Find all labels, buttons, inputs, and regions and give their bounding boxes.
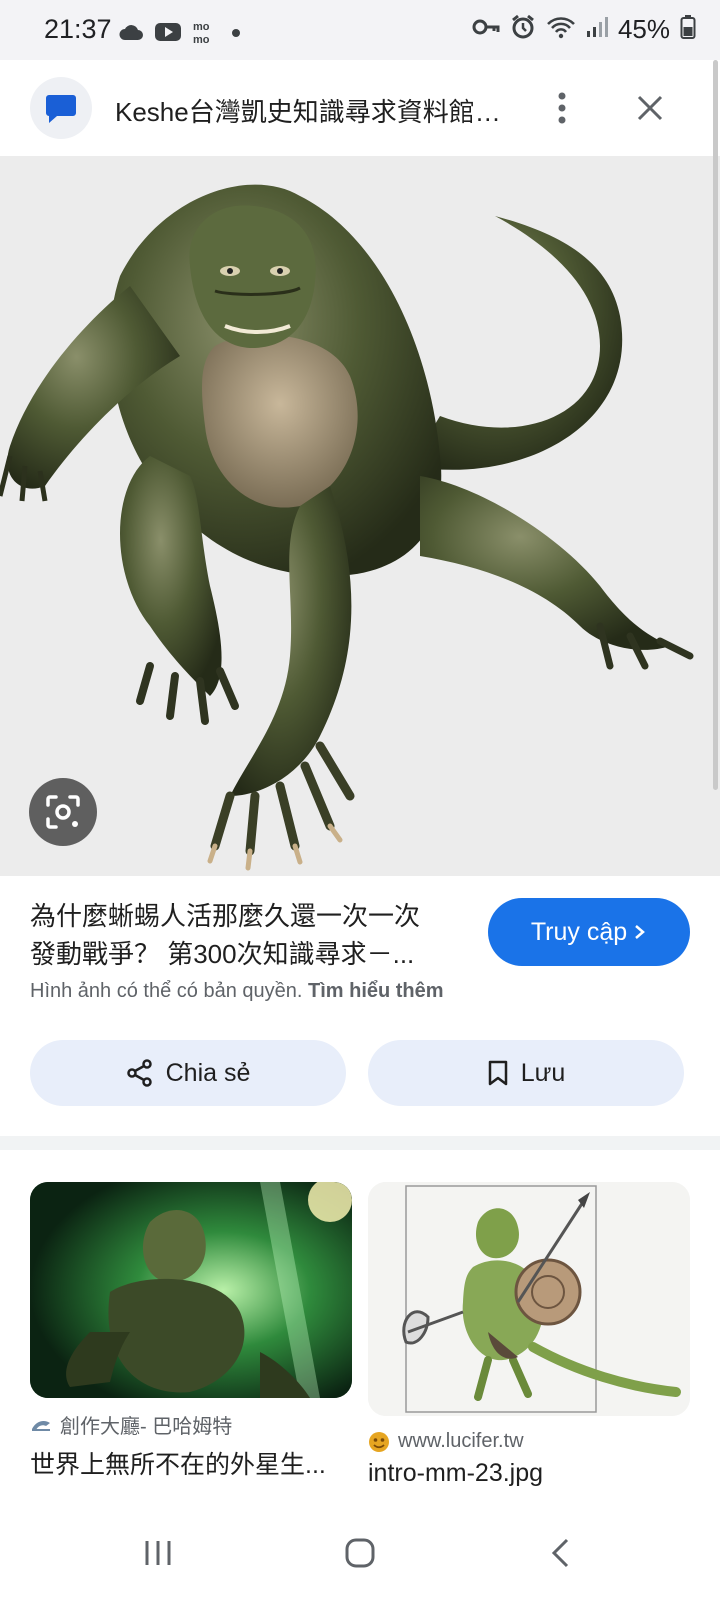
battery-icon [680, 14, 696, 45]
status-system-icons: 45% [472, 14, 696, 45]
lucifer-favicon-icon [369, 1431, 389, 1452]
status-time: 21:37 [44, 14, 112, 44]
share-label: Chia sẻ [165, 1058, 251, 1087]
lens-icon [46, 795, 80, 829]
page-title[interactable]: Keshe台灣凱史知識尋求資料館- ... [115, 92, 505, 129]
chevron-right-icon [635, 925, 646, 939]
learn-more-link[interactable]: Tìm hiểu thêm [308, 980, 444, 1002]
related-caption[interactable]: intro-mm-23.jpg [368, 1459, 668, 1488]
visit-button[interactable]: Truy cập [488, 898, 690, 966]
back-button[interactable] [530, 1528, 590, 1578]
svg-text:mo: mo [193, 21, 210, 33]
youtube-icon [154, 21, 182, 48]
recents-button[interactable] [128, 1528, 188, 1578]
more-vert-icon [558, 92, 566, 124]
related-source-label: www.lucifer.tw [398, 1430, 524, 1452]
share-icon [126, 1059, 152, 1087]
related-card[interactable]: www.lucifer.tw intro-mm-23.jpg [368, 1182, 690, 1488]
copyright-text: Hình ảnh có thể có bản quyền. [30, 980, 303, 1002]
dot-icon [230, 26, 242, 44]
recents-icon [145, 1541, 171, 1565]
viewer-header: Keshe台灣凱史知識尋求資料館- ... [0, 60, 720, 156]
status-bar: 21:37 mo mo 45% [0, 0, 720, 60]
related-source-label: 創作大廳- 巴哈姆特 [60, 1416, 233, 1438]
vpn-key-icon [472, 17, 500, 42]
home-button[interactable] [330, 1528, 390, 1578]
related-source: 創作大廳- 巴哈姆特 [30, 1410, 352, 1439]
bahamut-favicon-icon [32, 1420, 50, 1431]
signal-icon [586, 16, 608, 43]
system-nav-bar [0, 1506, 720, 1600]
copyright-notice: Hình ảnh có thể có bản quyền. Tìm hiểu t… [30, 980, 444, 1003]
status-notification-icons: mo mo [118, 19, 242, 50]
battery-percent: 45% [617, 14, 670, 44]
close-icon [637, 95, 663, 121]
save-button[interactable]: Lưu [368, 1040, 684, 1106]
site-favicon [30, 77, 92, 139]
share-button[interactable]: Chia sẻ [30, 1040, 346, 1106]
back-icon [551, 1538, 569, 1568]
result-title-line1: 為什麼蜥蜴人活那麼久還一次一次 [30, 901, 421, 931]
home-icon [345, 1538, 375, 1568]
related-image[interactable] [368, 1182, 690, 1416]
visit-button-label: Truy cập [530, 917, 628, 946]
related-card[interactable]: 創作大廳- 巴哈姆特 世界上無所不在的外星生... [30, 1182, 352, 1481]
scroll-thumb[interactable] [713, 60, 718, 790]
bookmark-icon [488, 1060, 507, 1086]
momo-icon: mo mo [192, 19, 220, 50]
more-options-button[interactable] [540, 84, 584, 132]
related-image[interactable] [30, 1182, 352, 1398]
google-lens-button[interactable] [29, 778, 97, 846]
result-title[interactable]: 為什麼蜥蜴人活那麼久還一次一次 發動戰爭？ 第300次知識尋求－... [30, 897, 470, 973]
related-source: www.lucifer.tw [368, 1430, 690, 1453]
alarm-icon [510, 14, 536, 45]
main-image-lizard[interactable] [0, 156, 720, 876]
section-divider [0, 1136, 720, 1150]
wifi-icon [546, 15, 576, 44]
related-caption[interactable]: 世界上無所不在的外星生... [30, 1445, 330, 1481]
save-label: Lưu [520, 1058, 566, 1087]
svg-text:mo: mo [193, 34, 210, 45]
close-button[interactable] [628, 86, 672, 130]
result-title-line2: 發動戰爭？ 第300次知識尋求－... [30, 939, 415, 969]
cloud-icon [118, 22, 144, 47]
